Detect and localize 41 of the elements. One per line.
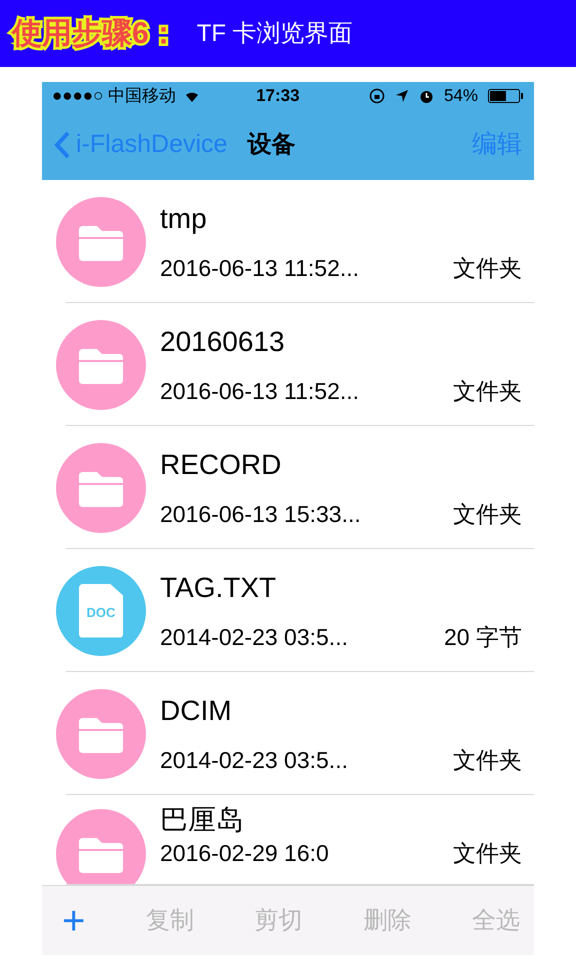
clock: 17:33 [256, 85, 300, 108]
file-info: 文件夹 [453, 746, 522, 774]
file-date: 2014-02-23 03:5... [160, 746, 348, 774]
wifi-icon [184, 90, 200, 102]
alarm-icon [418, 88, 434, 104]
file-info: 文件夹 [453, 376, 522, 404]
folder-icon [56, 196, 146, 286]
location-icon [394, 89, 409, 103]
file-date: 2016-02-29 16:0 [160, 839, 329, 867]
nav-title: 设备 [247, 130, 296, 160]
carrier: ●●●●○ 中国移动 [52, 85, 176, 108]
file-name: tmp [160, 202, 208, 236]
banner-title: TF 卡浏览界面 [196, 18, 353, 48]
folder-icon [56, 688, 146, 778]
file-info: 文件夹 [453, 254, 522, 282]
file-info: 20 字节 [444, 622, 522, 650]
folder-icon [56, 320, 146, 410]
file-date: 2016-06-13 11:52... [160, 376, 360, 404]
step-heading: 使用步骤6： [12, 16, 179, 52]
file-info: 文件夹 [453, 500, 522, 528]
file-row[interactable]: DOC TAG.TXT 2014-02-23 03:5... 20 字节 [42, 549, 534, 672]
rotation-lock-icon [368, 88, 385, 104]
file-name: 20160613 [160, 324, 286, 358]
battery-percent: 54% [444, 85, 478, 108]
file-date: 2016-06-13 15:33... [160, 500, 361, 528]
file-name: 巴厘岛 [160, 803, 245, 837]
file-date: 2016-06-13 11:52... [160, 254, 360, 282]
add-button[interactable]: + [62, 900, 86, 940]
file-name: TAG.TXT [160, 570, 278, 604]
file-row[interactable]: tmp 2016-06-13 11:52... 文件夹 [42, 180, 534, 303]
file-row[interactable]: 20160613 2016-06-13 11:52... 文件夹 [42, 303, 534, 426]
file-info: 文件夹 [453, 839, 522, 867]
document-icon: DOC [56, 566, 146, 656]
file-name: DCIM [160, 694, 233, 728]
battery-icon [488, 89, 524, 103]
file-row[interactable]: DCIM 2014-02-23 03:5... 文件夹 [42, 672, 534, 795]
file-name: RECORD [160, 448, 282, 482]
file-date: 2014-02-23 03:5... [160, 622, 348, 650]
folder-icon [56, 442, 146, 532]
file-row[interactable]: RECORD 2016-06-13 15:33... 文件夹 [42, 426, 534, 549]
chevron-left-icon [54, 131, 70, 159]
